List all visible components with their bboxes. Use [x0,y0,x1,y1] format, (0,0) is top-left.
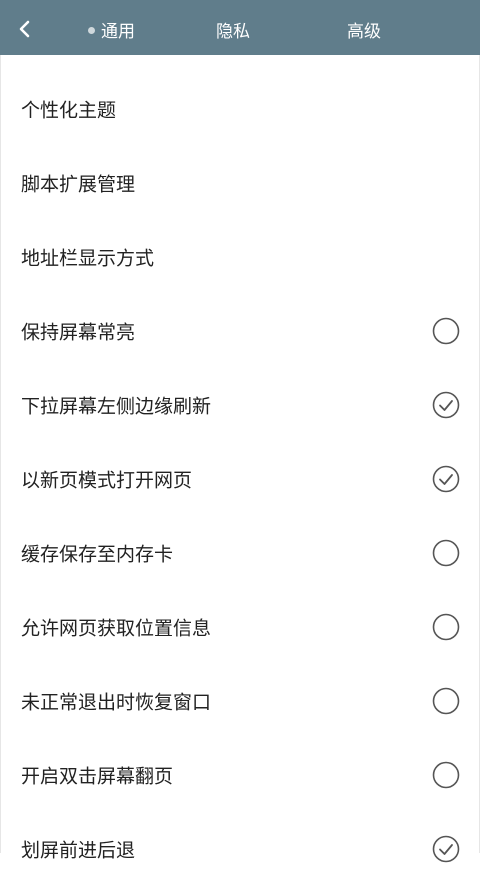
checkbox-circle [432,317,460,345]
setting-row-new-page-mode[interactable]: 以新页模式打开网页 [1,442,480,516]
checkbox-circle [432,465,460,493]
chevron-left-icon [19,20,30,38]
tab-general-label: 通用 [101,22,135,42]
setting-row-double-tap-page[interactable]: 开启双击屏幕翻页 [1,738,480,812]
tab-general[interactable]: 通用 [88,0,135,55]
checkmark-icon [439,474,453,485]
setting-row-theme[interactable]: 个性化主题 [1,72,480,146]
setting-row-keep-screen-on[interactable]: 保持屏幕常亮 [1,294,480,368]
setting-row-scripts[interactable]: 脚本扩展管理 [1,146,480,220]
setting-row-restore-window[interactable]: 未正常退出时恢复窗口 [1,664,480,738]
tab-advanced[interactable]: 高级 [347,0,381,55]
setting-row-edge-refresh[interactable]: 下拉屏幕左侧边缘刷新 [1,368,480,442]
checkbox-circle [432,761,460,789]
checkbox-checked[interactable] [432,391,460,419]
setting-label: 脚本扩展管理 [21,173,136,196]
back-button[interactable] [10,14,40,44]
tab-privacy-label: 隐私 [216,22,250,42]
setting-label: 开启双击屏幕翻页 [21,765,174,788]
setting-row-location[interactable]: 允许网页获取位置信息 [1,590,480,664]
setting-label: 允许网页获取位置信息 [21,617,212,640]
checkbox-circle [432,539,460,567]
settings-list: 个性化主题 脚本扩展管理 地址栏显示方式 保持屏幕常亮 下拉屏幕左侧边缘刷新 以… [0,55,480,863]
setting-label: 未正常退出时恢复窗口 [21,691,212,714]
checkbox-unchecked[interactable] [432,761,460,789]
tab-privacy[interactable]: 隐私 [216,0,250,55]
checkbox-circle [432,835,460,863]
setting-row-cache-sdcard[interactable]: 缓存保存至内存卡 [1,516,480,590]
setting-label: 个性化主题 [21,99,117,122]
setting-label: 缓存保存至内存卡 [21,543,174,566]
setting-label: 划屏前进后退 [21,839,136,862]
checkbox-unchecked[interactable] [432,317,460,345]
setting-label: 以新页模式打开网页 [21,469,193,492]
checkbox-unchecked[interactable] [432,613,460,641]
checkbox-checked[interactable] [432,835,460,863]
setting-label: 地址栏显示方式 [21,247,155,270]
setting-row-address-bar[interactable]: 地址栏显示方式 [1,220,480,294]
checkbox-checked[interactable] [432,465,460,493]
setting-row-swipe-navigation[interactable]: 划屏前进后退 [1,812,480,886]
checkbox-circle [432,613,460,641]
top-bar: 通用 隐私 高级 [0,0,480,55]
active-tab-dot [88,27,95,34]
checkbox-circle [432,687,460,715]
setting-label: 保持屏幕常亮 [21,321,136,344]
checkbox-unchecked[interactable] [432,539,460,567]
checkmark-icon [439,400,453,411]
checkbox-unchecked[interactable] [432,687,460,715]
setting-label: 下拉屏幕左侧边缘刷新 [21,395,212,418]
checkbox-circle [432,391,460,419]
tab-advanced-label: 高级 [347,22,381,42]
